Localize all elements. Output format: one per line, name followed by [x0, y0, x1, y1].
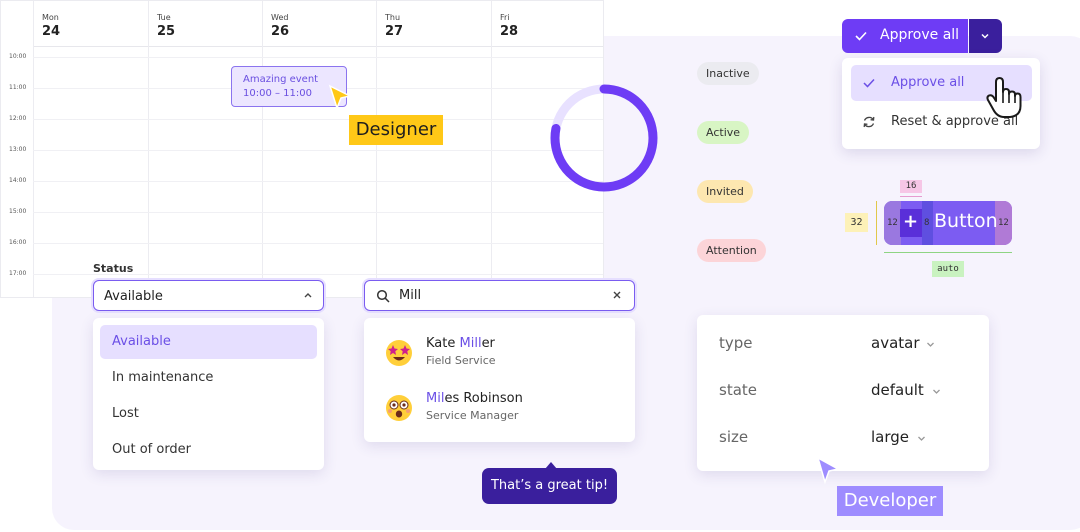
spec-icon-size: 16 — [900, 180, 922, 193]
hour-label: 13:00 — [9, 146, 27, 153]
progress-ring — [550, 84, 658, 192]
status-option-in-maintenance[interactable]: In maintenance — [100, 361, 317, 395]
name-rest: er — [481, 336, 495, 351]
property-value: avatar — [871, 334, 920, 352]
status-value: Available — [104, 289, 163, 304]
approve-all-button[interactable]: Approve all — [842, 19, 968, 53]
status-select[interactable]: Available — [93, 280, 324, 311]
name-rest: es Robinson — [444, 391, 523, 406]
name-match: Mill — [459, 336, 482, 351]
menu-item-label: Approve all — [891, 75, 965, 90]
hour-label: 16:00 — [9, 239, 27, 246]
result-name: Miles Robinson — [426, 391, 523, 406]
approve-dropdown-toggle[interactable] — [969, 19, 1002, 53]
developer-cursor-icon — [816, 456, 841, 485]
property-key: type — [719, 334, 753, 352]
property-type[interactable]: type avatar — [719, 334, 979, 358]
day-of-week: Fri — [500, 13, 510, 22]
name-match: Mil — [426, 391, 445, 406]
showcase-canvas: Mon 24 Tue 25 Wed 26 Thu 27 Fri 28 10:00 11:0… — [0, 0, 1080, 532]
approve-all-label: Approve all — [880, 27, 960, 43]
badge-active: Active — [697, 121, 750, 144]
plus-icon: + — [900, 209, 922, 237]
badge-inactive: Inactive — [697, 62, 759, 85]
search-value: Mill — [399, 288, 422, 303]
search-input[interactable]: Mill — [364, 280, 635, 311]
hour-label: 17:00 — [9, 270, 27, 277]
hour-label: 10:00 — [9, 53, 27, 60]
day-number: 28 — [500, 24, 519, 39]
property-key: size — [719, 428, 749, 446]
day-of-week: Tue — [157, 13, 171, 22]
spec-gap-value: 8 — [924, 218, 930, 228]
property-state[interactable]: state default — [719, 381, 979, 405]
day-number: 24 — [42, 24, 61, 39]
clear-icon[interactable] — [611, 289, 623, 301]
spec-width: auto — [932, 261, 964, 277]
day-of-week: Mon — [42, 13, 59, 22]
name-prefix: Kate — [426, 336, 460, 351]
astonished-emoji-icon — [386, 395, 412, 421]
hour-label: 15:00 — [9, 208, 27, 215]
refresh-icon — [863, 116, 875, 128]
spec-padding-right-value: 12 — [998, 218, 1009, 228]
star-struck-emoji-icon — [386, 340, 412, 366]
day-number: 25 — [157, 24, 176, 39]
property-value: large — [871, 428, 910, 446]
property-key: state — [719, 381, 757, 399]
property-size[interactable]: size large — [719, 428, 979, 452]
status-options: Available In maintenance Lost Out of ord… — [93, 318, 324, 470]
hour-label: 12:00 — [9, 115, 27, 122]
properties-panel: type avatar state default size large — [697, 315, 989, 471]
spec-padding-left-value: 12 — [887, 218, 898, 228]
result-role: Field Service — [426, 354, 496, 367]
week-calendar: Mon 24 Tue 25 Wed 26 Thu 27 Fri 28 10:00 11:0… — [0, 0, 604, 298]
designer-tag: Designer — [349, 115, 443, 145]
day-header-thu[interactable]: Thu 27 — [376, 1, 491, 47]
day-header-wed[interactable]: Wed 26 — [262, 1, 377, 47]
chevron-up-icon — [304, 293, 312, 298]
result-item[interactable]: Miles Robinson Service Manager — [384, 391, 624, 431]
result-item[interactable]: Kate Miller Field Service — [384, 336, 624, 376]
search-results: Kate Miller Field Service Miles Robinson… — [364, 318, 635, 442]
property-value: default — [871, 381, 924, 399]
chevron-down-icon — [981, 33, 989, 39]
hour-label: 11:00 — [9, 84, 27, 91]
spec-guide-top — [900, 196, 922, 197]
search-icon — [376, 289, 390, 303]
day-header-tue[interactable]: Tue 25 — [148, 1, 263, 47]
status-option-lost[interactable]: Lost — [100, 397, 317, 431]
tooltip: That’s a great tip! — [482, 468, 617, 504]
spec-height: 32 — [845, 213, 868, 232]
developer-tag: Developer — [837, 486, 943, 516]
badge-invited: Invited — [697, 180, 753, 203]
day-of-week: Thu — [385, 13, 401, 22]
result-name: Kate Miller — [426, 336, 495, 351]
day-header-fri[interactable]: Fri 28 — [491, 1, 603, 47]
day-number: 26 — [271, 24, 290, 39]
check-icon — [863, 78, 875, 88]
day-of-week: Wed — [271, 13, 289, 22]
check-icon — [855, 31, 867, 41]
chevron-down-icon — [918, 436, 925, 441]
status-option-available[interactable]: Available — [100, 325, 317, 359]
badge-attention: Attention — [697, 239, 766, 262]
designer-cursor-icon — [328, 84, 353, 111]
calendar-header: Mon 24 Tue 25 Wed 26 Thu 27 Fri 28 — [33, 1, 603, 47]
day-header-mon[interactable]: Mon 24 — [33, 1, 148, 47]
status-label: Status — [93, 262, 134, 275]
spec-button-label: Button — [934, 210, 998, 232]
spec-guide-left — [876, 201, 877, 245]
chevron-down-icon — [933, 389, 940, 394]
status-option-out-of-order[interactable]: Out of order — [100, 433, 317, 467]
result-role: Service Manager — [426, 409, 519, 422]
hour-label: 14:00 — [9, 177, 27, 184]
chevron-down-icon — [927, 342, 934, 347]
day-number: 27 — [385, 24, 404, 39]
hand-pointer-icon — [986, 77, 1022, 118]
spec-guide-bottom — [884, 252, 1012, 253]
